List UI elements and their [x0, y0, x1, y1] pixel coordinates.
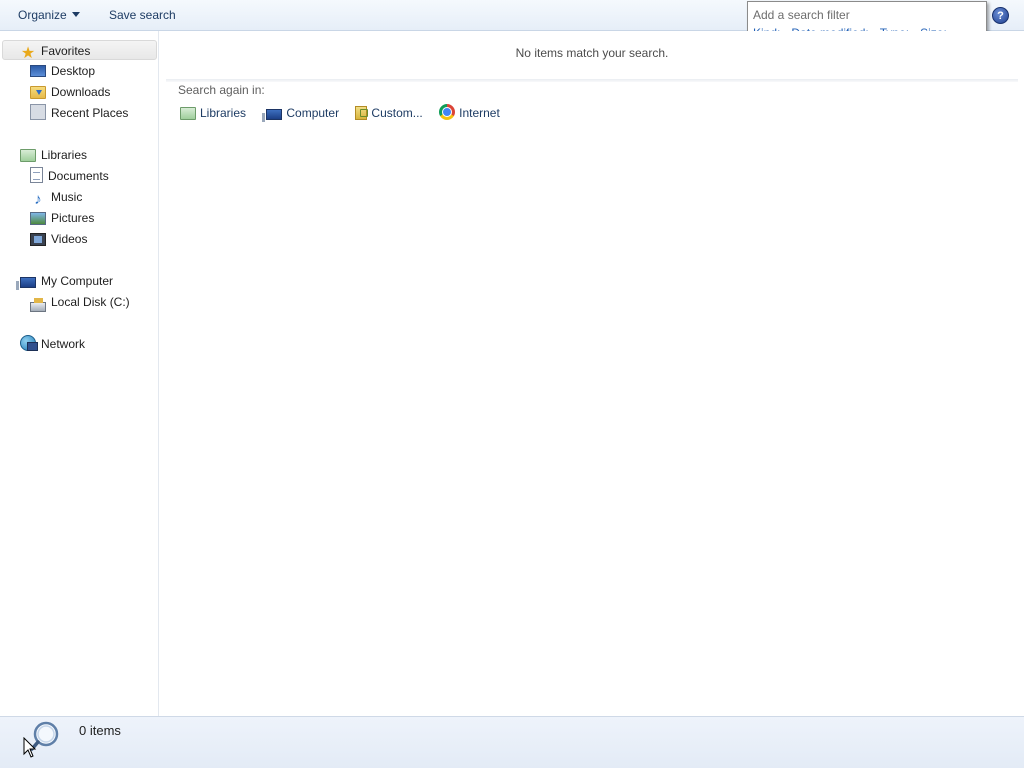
nav-recent-places-label: Recent Places: [51, 106, 129, 120]
nav-videos[interactable]: Videos: [30, 229, 87, 249]
nav-documents[interactable]: Documents: [30, 166, 109, 186]
documents-icon: [30, 167, 43, 183]
results-pane: No items match your search. Search again…: [160, 31, 1024, 716]
network-globe-icon: [20, 335, 38, 351]
nav-documents-label: Documents: [48, 169, 109, 183]
nav-music[interactable]: ♪ Music: [30, 187, 83, 208]
nav-libraries[interactable]: Libraries: [20, 145, 87, 165]
nav-desktop-label: Desktop: [51, 64, 96, 78]
nav-local-disk[interactable]: Local Disk (C:): [30, 292, 130, 312]
organize-label: Organize: [18, 8, 67, 22]
chrome-browser-icon: [439, 104, 456, 120]
empty-results-message: No items match your search.: [515, 46, 669, 60]
help-icon[interactable]: ?: [992, 7, 1009, 24]
libraries-icon: [20, 149, 36, 162]
search-again-libraries[interactable]: Libraries: [180, 104, 246, 122]
details-pane: 0 items: [0, 716, 1024, 768]
search-filter-title: Add a search filter: [753, 8, 850, 22]
results-divider: [166, 79, 1018, 82]
save-search-button[interactable]: Save search: [105, 6, 180, 24]
nav-local-disk-label: Local Disk (C:): [51, 295, 130, 309]
nav-downloads[interactable]: Downloads: [30, 82, 110, 102]
nav-network[interactable]: Network: [20, 334, 85, 354]
desktop-icon: [30, 65, 46, 77]
computer-icon: [262, 109, 283, 122]
nav-my-computer-label: My Computer: [41, 274, 114, 288]
search-again-custom-label: Custom...: [371, 106, 423, 120]
nav-desktop[interactable]: Desktop: [30, 61, 95, 81]
nav-favorites[interactable]: ★ Favorites: [2, 40, 157, 62]
star-icon: ★: [20, 45, 36, 62]
downloads-folder-icon: [30, 86, 46, 99]
music-note-icon: ♪: [34, 191, 42, 208]
mouse-pointer-icon: [23, 737, 37, 758]
nav-music-label: Music: [51, 190, 83, 204]
search-again-computer-label: Computer: [286, 106, 340, 120]
search-again-links: Libraries Computer Custom... Internet: [180, 104, 513, 122]
nav-network-label: Network: [41, 337, 86, 351]
computer-icon: [16, 277, 36, 290]
nav-libraries-label: Libraries: [41, 148, 88, 162]
nav-pictures[interactable]: Pictures: [30, 208, 94, 228]
nav-favorites-label: Favorites: [41, 44, 91, 58]
nav-recent-places[interactable]: Recent Places: [30, 103, 128, 123]
libraries-icon: [180, 107, 196, 120]
search-again-internet[interactable]: Internet: [439, 104, 500, 122]
navigation-pane: ★ Favorites Desktop Downloads Recent Plac…: [0, 31, 159, 716]
nav-my-computer[interactable]: My Computer: [16, 271, 114, 291]
organize-button[interactable]: Organize: [14, 6, 84, 24]
custom-folder-icon: [355, 106, 369, 120]
search-again-internet-label: Internet: [459, 106, 500, 120]
search-again-libraries-label: Libraries: [200, 106, 247, 120]
chevron-down-icon: [71, 12, 80, 17]
recent-places-icon: [30, 104, 46, 120]
videos-filmstrip-icon: [30, 233, 46, 246]
item-count: 0 items: [79, 723, 121, 738]
search-again-label: Search again in:: [178, 83, 265, 97]
hard-disk-icon: [30, 298, 46, 312]
search-again-computer[interactable]: Computer: [262, 104, 339, 122]
nav-videos-label: Videos: [51, 232, 88, 246]
nav-downloads-label: Downloads: [51, 85, 111, 99]
pictures-icon: [30, 212, 46, 225]
search-again-custom[interactable]: Custom...: [355, 104, 423, 122]
nav-pictures-label: Pictures: [51, 211, 95, 225]
